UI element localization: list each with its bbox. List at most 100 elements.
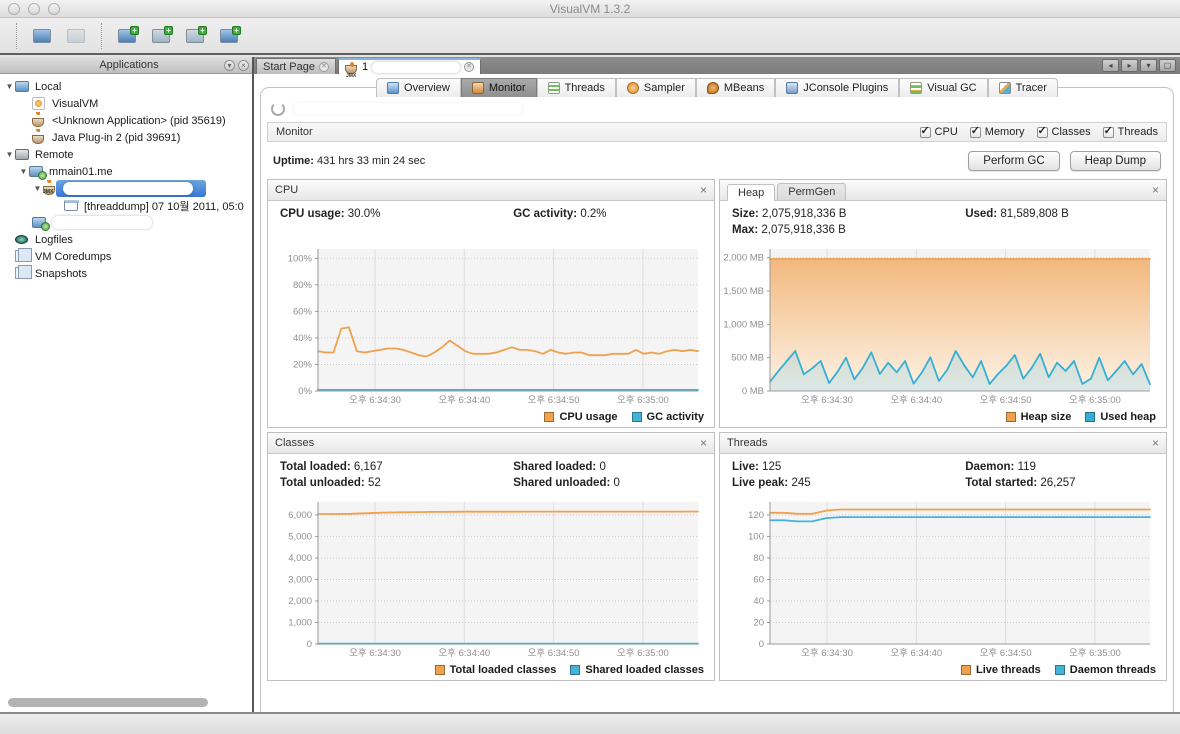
add-snapshot-button[interactable]: + (182, 23, 208, 49)
tree-item-jmx-connection-selected[interactable]: ▼ (0, 180, 252, 197)
classes-panel-header: Classes × (268, 433, 714, 454)
expand-arrow-icon[interactable]: ▼ (18, 167, 29, 176)
tree-item-logfiles[interactable]: Logfiles (0, 231, 252, 248)
remote-icon (15, 148, 29, 160)
stat-shared-unloaded: Shared unloaded: 0 (513, 477, 620, 489)
tab-monitor[interactable]: Monitor (460, 78, 537, 97)
svg-text:오후 6:34:40: 오후 6:34:40 (438, 395, 490, 406)
tree-item-mmain01[interactable]: ▼ mmain01.me (0, 163, 252, 180)
close-panel-icon[interactable]: × (1152, 437, 1159, 449)
tree-item-remote-host[interactable] (0, 214, 252, 231)
uptime-value: 431 hrs 33 min 24 sec (317, 155, 426, 167)
svg-text:80%: 80% (293, 280, 313, 291)
tree-item-local[interactable]: ▼ Local (0, 78, 252, 95)
close-tab-icon[interactable]: ✕ (464, 62, 475, 72)
svg-text:2,000 MB: 2,000 MB (723, 253, 764, 264)
tab-tracer[interactable]: Tracer (987, 78, 1058, 97)
minimize-panel-icon[interactable]: ▾ (224, 59, 235, 71)
tree-item-unknown-application[interactable]: <Unknown Application> (pid 35619) (0, 112, 252, 129)
subtab-permgen[interactable]: PermGen (777, 183, 847, 200)
redacted-label (372, 61, 461, 73)
checkbox-checked-icon (969, 124, 981, 138)
save-snapshot-button[interactable] (63, 23, 89, 49)
tab-start-page[interactable]: Start Page ✕ (256, 58, 336, 74)
snapshots-icon (15, 266, 27, 279)
view-tabs: Overview Monitor Threads Sampler MBeans … (260, 78, 1174, 97)
tree-item-remote[interactable]: ▼ Remote (0, 146, 252, 163)
tab-jmx-application[interactable]: 1 ✕ (337, 58, 482, 79)
subtab-heap[interactable]: Heap (727, 184, 776, 201)
sidebar-title: Applications (99, 59, 159, 71)
used-heap-legend-swatch (1085, 412, 1096, 422)
svg-text:1,500 MB: 1,500 MB (723, 286, 764, 297)
classes-panel: Classes × Total loaded: 6,167 Total unlo… (267, 432, 715, 681)
application-header (267, 100, 1167, 122)
svg-text:120: 120 (748, 510, 764, 521)
checkbox-checked-icon (1036, 124, 1048, 138)
tree-item-threaddump[interactable]: [threaddump] 07 10월 2011, 05:0 (0, 197, 252, 214)
add-remote-host-button[interactable]: + (216, 23, 242, 49)
svg-text:오후 6:34:30: 오후 6:34:30 (801, 648, 853, 659)
svg-text:5,000: 5,000 (288, 531, 312, 542)
tab-list-dropdown-button[interactable]: ▾ (1140, 59, 1157, 72)
daemon-threads-legend-swatch (1054, 665, 1065, 675)
tab-mbeans[interactable]: MBeans (695, 78, 776, 97)
remote-host-icon (32, 216, 46, 228)
application-icon (271, 102, 285, 116)
cpu-usage-legend-swatch (544, 412, 555, 422)
expand-arrow-icon[interactable]: ▼ (4, 82, 15, 91)
svg-text:오후 6:34:40: 오후 6:34:40 (438, 648, 490, 659)
jmx-application-icon (344, 61, 357, 79)
stat-shared-loaded: Shared loaded: 0 (513, 461, 606, 473)
heap-panel-header: Heap PermGen × (720, 180, 1166, 201)
close-tab-icon[interactable]: ✕ (318, 61, 329, 72)
gc-activity-legend-swatch (631, 412, 642, 422)
tree-item-snapshots[interactable]: Snapshots (0, 265, 252, 282)
close-panel-icon[interactable]: × (700, 184, 707, 196)
scroll-tabs-left-button[interactable]: ◂ (1102, 59, 1119, 72)
checkbox-memory[interactable]: Memory (969, 124, 1025, 138)
svg-text:오후 6:34:40: 오후 6:34:40 (890, 648, 942, 659)
toolbar-separator (101, 22, 102, 49)
section-title: Monitor (276, 126, 313, 138)
checkbox-cpu[interactable]: CPU (919, 124, 958, 138)
scroll-tabs-right-button[interactable]: ▸ (1121, 59, 1138, 72)
load-snapshot-button[interactable] (29, 23, 55, 49)
svg-text:오후 6:34:30: 오후 6:34:30 (801, 395, 853, 406)
tab-sampler[interactable]: Sampler (615, 78, 696, 97)
document-body: Overview Monitor Threads Sampler MBeans … (254, 74, 1180, 713)
add-jmx-connection-button[interactable]: + (114, 23, 140, 49)
tab-overview[interactable]: Overview (376, 78, 461, 97)
tab-threads[interactable]: Threads (536, 78, 616, 97)
heap-dump-button[interactable]: Heap Dump (1069, 151, 1161, 171)
svg-text:0 MB: 0 MB (742, 386, 764, 397)
close-panel-icon[interactable]: × (238, 59, 249, 71)
checkbox-classes[interactable]: Classes (1036, 124, 1091, 138)
svg-text:오후 6:34:30: 오후 6:34:30 (349, 395, 401, 406)
perform-gc-button[interactable]: Perform GC (968, 151, 1060, 171)
tree-item-vm-coredumps[interactable]: VM Coredumps (0, 248, 252, 265)
checkbox-threads[interactable]: Threads (1102, 124, 1158, 138)
svg-text:오후 6:34:50: 오후 6:34:50 (980, 648, 1032, 659)
add-vm-coredump-button[interactable]: + (148, 23, 174, 49)
stat-heap-max: Max: 2,075,918,336 B (732, 224, 846, 236)
svg-text:500 MB: 500 MB (731, 353, 764, 364)
close-panel-icon[interactable]: × (1152, 184, 1159, 196)
sidebar-horizontal-scrollbar[interactable] (8, 698, 208, 707)
stat-total-unloaded: Total unloaded: 52 (280, 477, 381, 489)
jmx-application-icon (43, 185, 55, 195)
tab-jconsole-plugins[interactable]: JConsole Plugins (775, 78, 900, 97)
main-area: Start Page ✕ 1 ✕ ◂ ▸ ▾ ▢ Overview Monito… (254, 57, 1180, 713)
close-panel-icon[interactable]: × (700, 437, 707, 449)
tree-item-visualvm[interactable]: VisualVM (0, 95, 252, 112)
tab-visual-gc[interactable]: Visual GC (899, 78, 988, 97)
tree-item-java-plugin[interactable]: Java Plug-in 2 (pid 39691) (0, 129, 252, 146)
svg-text:60%: 60% (293, 306, 313, 317)
maximize-view-button[interactable]: ▢ (1159, 59, 1176, 72)
vm-coredumps-icon (15, 249, 27, 262)
overview-icon (387, 82, 400, 94)
applications-sidebar: Applications ▾ × ▼ Local VisualVM <Unkno… (0, 57, 254, 712)
redacted-label (63, 182, 193, 195)
expand-arrow-icon[interactable]: ▼ (4, 150, 15, 159)
expand-arrow-icon[interactable]: ▼ (32, 184, 43, 193)
